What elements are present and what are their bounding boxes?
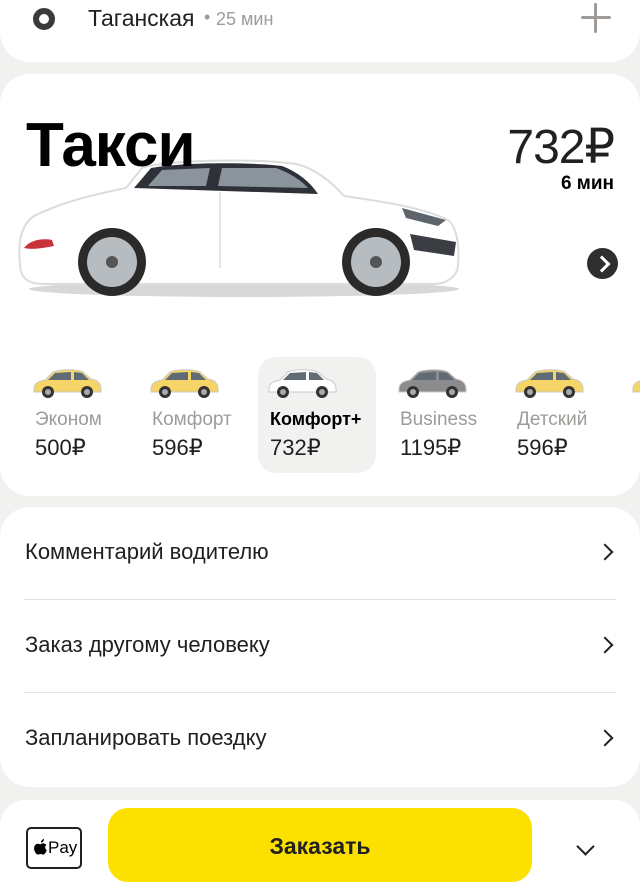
chevron-down-icon[interactable] xyxy=(576,837,595,856)
options-card: Комментарий водителю Заказ другому челов… xyxy=(0,507,640,787)
order-button[interactable]: Заказать xyxy=(108,808,532,882)
destination-separator: • xyxy=(204,7,211,27)
class-item-econom[interactable]: Эконом 500₽ xyxy=(23,357,141,473)
order-label: Заказать xyxy=(269,833,371,859)
bottom-bar: Pay Заказать xyxy=(0,800,640,893)
class-price: 596₽ xyxy=(517,435,568,460)
apple-pay-button[interactable]: Pay xyxy=(26,827,82,869)
option-label: Заказ другому человеку xyxy=(25,632,270,657)
destination-point-icon xyxy=(33,8,55,30)
class-item-next[interactable] xyxy=(622,357,640,473)
tariff-class-list: Эконом 500₽ Комфорт 596₽ Комфорт+ 732₽ B… xyxy=(0,357,640,477)
class-item-detsky[interactable]: Детский 596₽ xyxy=(505,357,623,473)
pay-label: Pay xyxy=(48,838,78,857)
apple-icon xyxy=(34,839,47,855)
destination-time: 25 мин xyxy=(216,9,274,29)
tariff-title: Такси xyxy=(26,111,196,180)
option-label: Запланировать поездку xyxy=(25,725,267,750)
class-item-comfort-plus[interactable]: Комфорт+ 732₽ xyxy=(258,357,376,473)
option-label: Комментарий водителю xyxy=(25,539,269,564)
tariff-price: 732₽ xyxy=(507,121,615,174)
option-order-for-other[interactable]: Заказ другому человеку xyxy=(24,600,616,693)
class-price: 732₽ xyxy=(270,435,321,460)
car-icon xyxy=(398,369,467,398)
destination-name: Таганская xyxy=(88,5,195,31)
destination-row[interactable]: Таганская • 25 мин xyxy=(0,0,640,40)
tariff-card: Такси 732₽ 6 мин Эконом 500₽ Комфорт 596… xyxy=(0,74,640,496)
class-name: Business xyxy=(400,409,478,430)
class-price: 596₽ xyxy=(152,435,203,460)
destination-card: Таганская • 25 мин xyxy=(0,0,640,62)
class-price: 500₽ xyxy=(35,435,86,460)
class-name: Комфорт xyxy=(152,409,232,430)
car-icon xyxy=(515,369,584,398)
class-name: Детский xyxy=(517,409,588,430)
tariff-eta: 6 мин xyxy=(560,173,614,194)
class-price: 1195₽ xyxy=(400,435,462,460)
chevron-right-icon xyxy=(596,543,614,561)
car-icon xyxy=(268,369,337,398)
class-name: Комфорт+ xyxy=(270,409,362,429)
car-icon xyxy=(150,369,219,398)
add-stop-button[interactable] xyxy=(578,0,614,36)
chevron-right-icon xyxy=(596,636,614,654)
class-item-comfort[interactable]: Комфорт 596₽ xyxy=(140,357,258,473)
option-schedule-ride[interactable]: Запланировать поездку xyxy=(24,693,616,786)
option-driver-comment[interactable]: Комментарий водителю xyxy=(24,507,616,600)
class-name: Эконом xyxy=(35,409,102,430)
car-icon xyxy=(632,380,640,393)
class-item-business[interactable]: Business 1195₽ xyxy=(388,357,506,473)
tariff-details-button[interactable] xyxy=(587,248,618,279)
car-icon xyxy=(33,369,102,398)
chevron-right-icon xyxy=(596,729,614,747)
